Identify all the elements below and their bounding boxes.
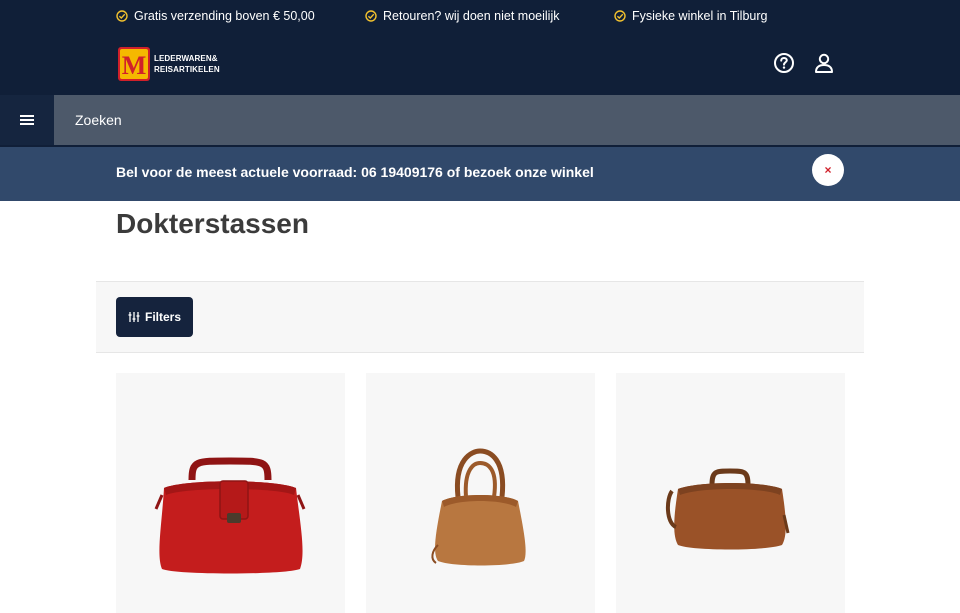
check-icon — [614, 10, 626, 22]
filters-label: Filters — [144, 310, 181, 324]
product-card[interactable] — [116, 373, 345, 613]
hamburger-menu-icon — [20, 113, 34, 127]
page-title: Dokterstassen — [116, 208, 309, 239]
filters-button[interactable]: Filters — [116, 297, 193, 337]
usp-text: Gratis verzending boven € 50,00 — [134, 9, 315, 23]
brown-doctor-bag-image — [665, 468, 790, 550]
usp-item-shipping: Gratis verzending boven € 50,00 — [116, 9, 315, 23]
usp-text: Fysieke winkel in Tilburg — [632, 9, 768, 23]
help-button[interactable] — [772, 51, 796, 75]
logo-line-1: LEDERWAREN& — [154, 54, 218, 63]
logo-letter: M — [122, 51, 147, 80]
close-notice-button[interactable]: × — [812, 154, 844, 186]
user-icon — [815, 53, 833, 73]
check-icon — [116, 10, 128, 22]
menu-button[interactable] — [0, 95, 54, 145]
logo-line-2: REISARTIKELEN — [154, 65, 220, 74]
usp-item-store: Fysieke winkel in Tilburg — [614, 9, 767, 23]
filter-bar: Filters — [96, 281, 864, 353]
red-doctor-bag-image — [154, 457, 306, 574]
product-card[interactable] — [366, 373, 595, 613]
usp-text: Retouren? wij doen niet moeilijk — [383, 9, 560, 23]
top-header: Gratis verzending boven € 50,00 Retouren… — [0, 0, 960, 95]
search-input[interactable] — [55, 95, 960, 145]
tan-frame-handbag-image — [431, 448, 526, 566]
product-card[interactable] — [616, 373, 845, 613]
logo-mark-icon: M — [118, 47, 150, 81]
notice-text: Bel voor de meest actuele voorraad: 06 1… — [116, 164, 594, 180]
sliders-icon — [128, 312, 140, 322]
search-bar — [0, 95, 960, 145]
usp-item-returns: Retouren? wij doen niet moeilijk — [365, 9, 559, 23]
stock-notice-banner: Bel voor de meest actuele voorraad: 06 1… — [0, 145, 960, 201]
help-icon — [774, 53, 794, 73]
check-icon — [365, 10, 377, 22]
account-button[interactable] — [812, 51, 836, 75]
site-logo[interactable]: M LEDERWAREN& REISARTIKELEN — [118, 47, 220, 81]
close-icon: × — [824, 163, 832, 177]
